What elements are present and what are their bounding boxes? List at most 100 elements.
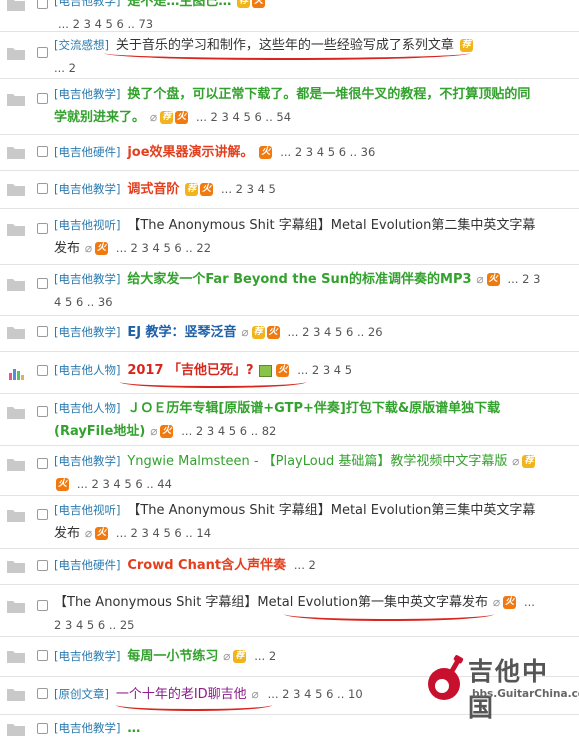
hot-icon: 火 <box>95 527 109 540</box>
pagination[interactable]: ... 2 3 4 5 6 .. 54 <box>196 110 291 124</box>
folder-icon <box>7 147 25 159</box>
row-checkbox[interactable] <box>37 223 48 234</box>
category-link[interactable]: [电吉他教学] <box>54 182 120 196</box>
row-checkbox[interactable] <box>37 47 48 58</box>
red-underline-annotation <box>116 699 272 711</box>
pagination[interactable]: ... 2 <box>54 61 76 75</box>
pagination[interactable]: ... 2 3 4 5 6 .. 10 <box>268 687 363 701</box>
red-underline-annotation <box>120 376 306 388</box>
category-link[interactable]: [电吉他教学] <box>54 649 120 663</box>
thread-title[interactable]: 换了个盘，可以正常下载了。都是一堆很牛叉的教程，不打算顶贴的同学就别进来了。 <box>54 87 530 125</box>
row-checkbox[interactable] <box>37 326 48 337</box>
category-link[interactable]: [电吉他人物] <box>54 401 120 415</box>
category-link[interactable]: [交流感想] <box>54 38 109 52</box>
thread-title[interactable]: 给大家发一个Far Beyond the Sun的标准调伴奏的MP3 <box>127 272 471 287</box>
thread-title[interactable]: EJ 教学：竖琴泛音 <box>127 325 236 340</box>
pagination[interactable]: ... 2 3 4 5 6 .. 36 <box>280 145 375 159</box>
thread-title[interactable]: 每周一小节练习 <box>127 649 218 664</box>
thread-title[interactable]: Yngwie Malmsteen - 【PlayLoud 基础篇】教学视频中文字… <box>127 454 507 469</box>
table-row: [电吉他视听] 【The Anonymous Shit 字幕组】Metal Ev… <box>0 209 579 265</box>
hot-icon: 火 <box>266 326 280 339</box>
category-link[interactable]: [电吉他教学] <box>54 87 120 101</box>
pagination[interactable]: ... 2 <box>294 558 316 572</box>
row-checkbox[interactable] <box>37 650 48 661</box>
site-logo: 吉他中国 bbs.GuitarChina.com <box>424 648 579 722</box>
attachment-icon: ⌀ <box>492 595 501 609</box>
hot-icon: 火 <box>175 111 189 124</box>
pagination[interactable]: ... 2 3 4 5 <box>297 363 352 377</box>
thread-title[interactable]: joe效果器演示讲解。 <box>127 145 253 160</box>
category-link[interactable]: [电吉他人物] <box>54 363 120 377</box>
pagination[interactable]: ... 2 3 4 5 6 .. 73 <box>58 17 153 31</box>
table-row: [电吉他教学] 是不是…主图已… 荐火 ... 2 3 4 5 6 .. 73 <box>0 0 579 32</box>
hot-icon: 火 <box>160 425 174 438</box>
attachment-icon: ⌀ <box>512 454 520 468</box>
folder-icon <box>7 689 25 701</box>
category-link[interactable]: [电吉他视听] <box>54 503 120 517</box>
pagination[interactable]: ... 2 3 4 5 6 .. 26 <box>287 325 382 339</box>
recommend-icon: 荐 <box>237 0 251 8</box>
hot-icon: 火 <box>486 273 500 286</box>
folder-icon <box>7 48 25 60</box>
row-checkbox[interactable] <box>37 183 48 194</box>
pagination[interactable]: ... 2 3 4 5 6 .. 14 <box>116 526 211 540</box>
red-underline-annotation <box>284 607 494 621</box>
category-link[interactable]: [电吉他硬件] <box>54 558 120 572</box>
category-link[interactable]: [电吉他硬件] <box>54 145 120 159</box>
row-checkbox[interactable] <box>37 560 48 571</box>
attachment-icon: ⌀ <box>223 649 231 663</box>
folder-icon <box>7 651 25 663</box>
category-link[interactable]: [电吉他教学] <box>54 325 120 339</box>
row-checkbox[interactable] <box>37 93 48 104</box>
row-checkbox[interactable] <box>37 406 48 417</box>
thread-title[interactable]: ＪＯＥ历年专辑[原版谱+GTP+伴奏]打包下载&原版谱单独下载(RayFile地… <box>54 401 500 439</box>
row-checkbox[interactable] <box>37 600 48 611</box>
attachment-icon: ⌀ <box>150 424 158 438</box>
table-row: [电吉他硬件] Crowd Chant含人声伴奏 ... 2 <box>0 549 579 585</box>
row-checkbox[interactable] <box>37 723 48 734</box>
table-row: [电吉他教学] 给大家发一个Far Beyond the Sun的标准调伴奏的M… <box>0 265 579 316</box>
thread-title[interactable]: Crowd Chant含人声伴奏 <box>127 558 286 573</box>
pagination[interactable]: ... 2 3 4 5 <box>221 182 276 196</box>
folder-icon <box>7 279 25 291</box>
row-checkbox[interactable] <box>37 0 48 9</box>
folder-icon <box>7 459 25 471</box>
thread-title[interactable]: 调式音阶 <box>127 182 179 197</box>
row-checkbox[interactable] <box>37 688 48 699</box>
pagination[interactable]: ... 2 3 4 5 6 .. 82 <box>181 424 276 438</box>
row-checkbox[interactable] <box>37 146 48 157</box>
category-link[interactable]: [电吉他教学] <box>54 0 120 8</box>
category-link[interactable]: [电吉他教学] <box>54 454 120 468</box>
table-row: [电吉他硬件] joe效果器演示讲解。 火 ... 2 3 4 5 6 .. 3… <box>0 135 579 171</box>
table-row: [电吉他人物] ＪＯＥ历年专辑[原版谱+GTP+伴奏]打包下载&原版谱单独下载(… <box>0 394 579 446</box>
category-link[interactable]: [电吉他教学] <box>54 721 120 735</box>
pagination[interactable]: ... 2 3 4 5 6 .. 22 <box>116 241 211 255</box>
hot-icon: 火 <box>56 478 70 491</box>
red-underline-annotation <box>104 46 470 60</box>
row-checkbox[interactable] <box>37 365 48 376</box>
category-link[interactable]: [电吉他视听] <box>54 218 120 232</box>
folder-icon <box>7 224 25 236</box>
pagination[interactable]: ... 2 3 4 5 6 .. 44 <box>77 477 172 491</box>
pagination[interactable]: ... 2 <box>254 649 276 663</box>
folder-icon <box>7 94 25 106</box>
logo-url: bbs.GuitarChina.com <box>472 688 579 700</box>
table-row: [电吉他教学] Yngwie Malmsteen - 【PlayLoud 基础篇… <box>0 446 579 496</box>
row-checkbox[interactable] <box>37 278 48 289</box>
thread-title[interactable]: 是不是…主图已… <box>127 0 231 9</box>
row-checkbox[interactable] <box>37 458 48 469</box>
thread-title[interactable]: … <box>127 721 140 736</box>
poll-stats-icon <box>9 369 24 380</box>
folder-icon <box>7 407 25 419</box>
table-row: [交流感想] 关于音乐的学习和制作，这些年的一些经验写成了系列文章 荐 ... … <box>0 32 579 79</box>
recommend-icon: 荐 <box>160 111 174 124</box>
category-link[interactable]: [原创文章] <box>54 687 109 701</box>
category-link[interactable]: [电吉他教学] <box>54 272 120 286</box>
hot-icon: 火 <box>259 146 273 159</box>
recommend-icon: 荐 <box>522 455 536 468</box>
folder-icon <box>7 724 25 736</box>
row-checkbox[interactable] <box>37 509 48 520</box>
table-row: [电吉他人物] 2017 「吉他已死」? 火 ... 2 3 4 5 <box>0 352 579 394</box>
recommend-icon: 荐 <box>233 650 247 663</box>
folder-icon <box>7 184 25 196</box>
